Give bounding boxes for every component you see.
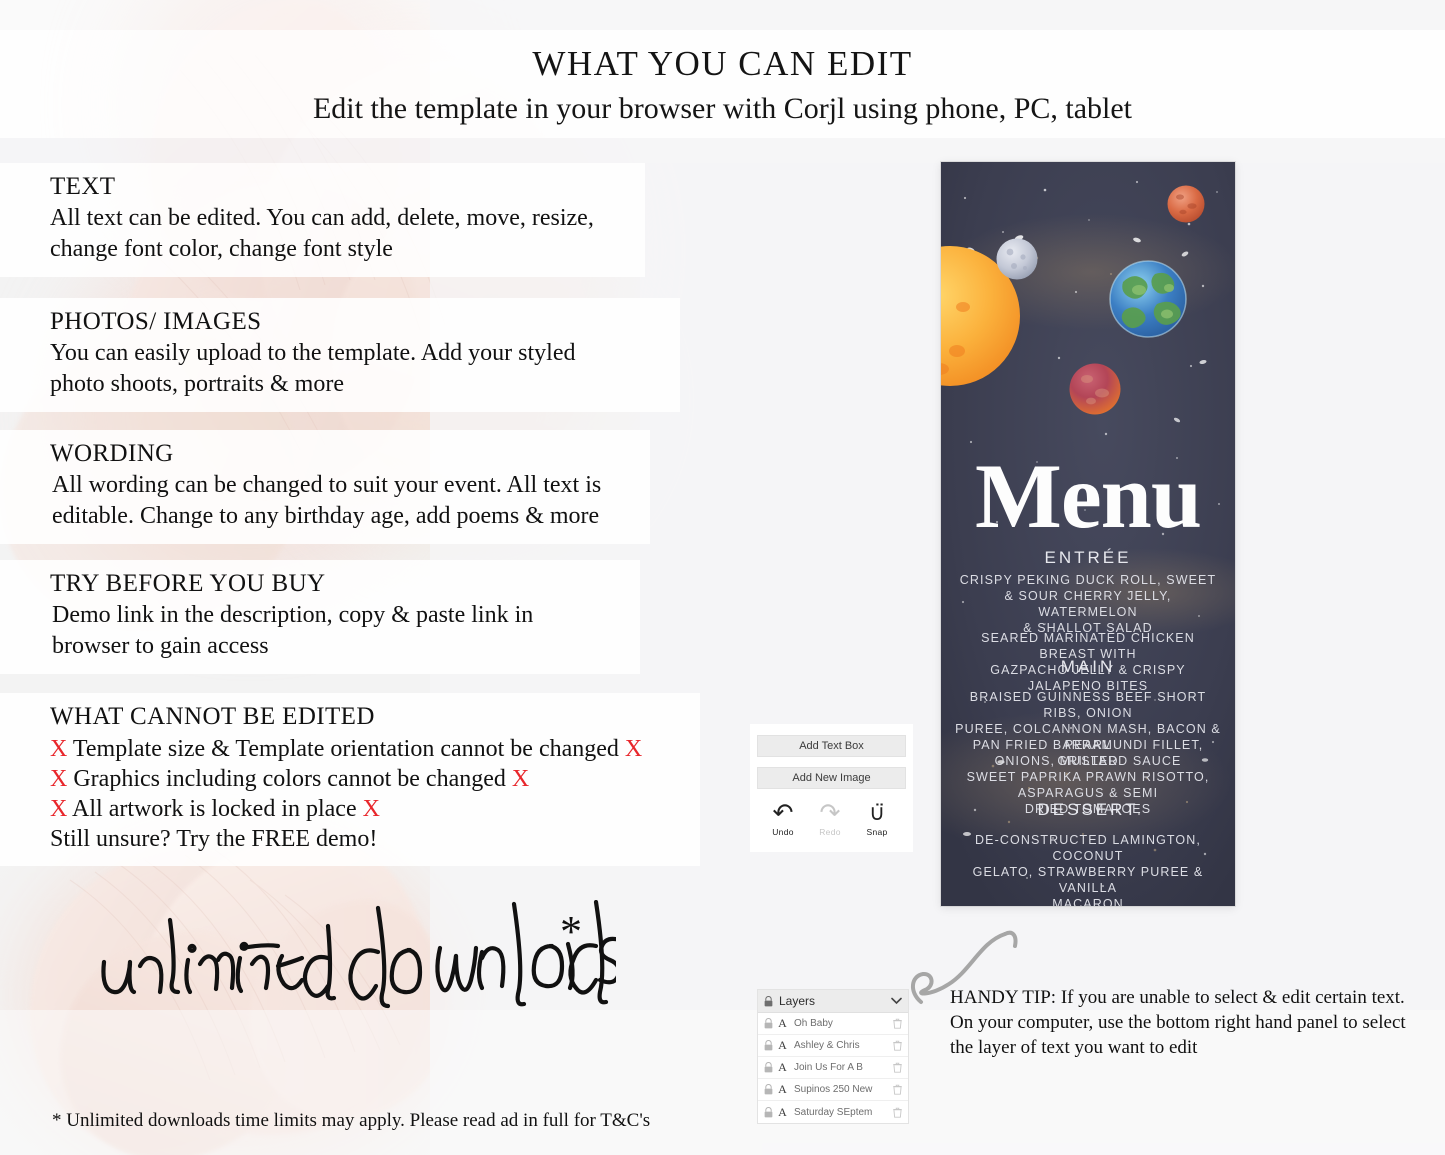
layer-name: Saturday SEptem [794, 1106, 873, 1118]
x-mark-icon: X [624, 736, 643, 762]
layer-row[interactable]: A Ashley & Chris [758, 1035, 908, 1057]
cannot-edit-text: Graphics including colors cannot be chan… [73, 766, 506, 792]
text-layer-icon: A [778, 1082, 787, 1096]
feature-line: Demo link in the description, copy & pas… [52, 602, 534, 628]
feature-line: change font color, change font style [50, 236, 393, 262]
undo-arrow-icon: ↶ [772, 799, 794, 827]
layers-panel-header[interactable]: Layers [758, 990, 908, 1013]
redo-label: Redo [819, 827, 841, 837]
cannot-edit-closing: Still unsure? Try the FREE demo! [50, 826, 378, 852]
trash-icon[interactable] [893, 1018, 902, 1029]
layer-name: Supinos 250 New [794, 1084, 873, 1095]
layer-name: Ashley & Chris [794, 1040, 860, 1051]
planet-mars-orange-icon [1167, 185, 1205, 223]
add-new-image-button[interactable]: Add New Image [757, 767, 906, 789]
header-banner: WHAT YOU CAN EDIT Edit the template in y… [0, 30, 1445, 138]
cannot-edit-text: Template size & Template orientation can… [72, 736, 619, 762]
lock-icon[interactable] [764, 1040, 773, 1051]
feature-line: browser to gain access [52, 633, 269, 659]
magnet-icon: ∪̈ [868, 800, 886, 825]
undo-label: Undo [772, 827, 794, 837]
menu-item: CRISPY PEKING DUCK ROLL, SWEET & SOUR CH… [959, 573, 1217, 635]
script-asterisk: * [560, 907, 582, 956]
x-mark-icon: X [50, 796, 68, 822]
feature-block-cannot-edit: WHAT CANNOT BE EDITED X Template size & … [0, 693, 700, 866]
layer-row[interactable]: A Join Us For A B [758, 1057, 908, 1079]
snap-label: Snap [866, 827, 888, 837]
x-mark-icon: X [50, 766, 68, 792]
lock-icon[interactable] [764, 1018, 773, 1029]
lock-icon[interactable] [764, 1106, 773, 1118]
cannot-edit-item: X All artwork is locked in place X [50, 794, 700, 824]
trash-icon[interactable] [893, 1040, 902, 1051]
feature-heading: PHOTOS/ IMAGES [50, 308, 262, 335]
feature-heading: WORDING [50, 440, 174, 467]
trash-icon[interactable] [893, 1084, 902, 1095]
chevron-down-icon[interactable] [891, 997, 902, 1005]
layer-row[interactable]: A Oh Baby [758, 1013, 908, 1035]
lock-icon[interactable] [764, 1062, 773, 1073]
redo-button[interactable]: ↷ Redo [809, 800, 851, 837]
lock-icon [764, 995, 773, 1006]
undo-button[interactable]: ↶ Undo [762, 800, 804, 837]
handy-tip-line: On your computer, use the bottom right h… [950, 1012, 1406, 1033]
handy-tip-text: HANDY TIP: If you are unable to select &… [950, 985, 1420, 1060]
feature-block-wording: WORDING All wording can be changed to su… [0, 430, 650, 544]
planet-earth-icon [1109, 260, 1187, 338]
menu-card-title: Menu [975, 445, 1202, 547]
page-subtitle: Edit the template in your browser with C… [312, 92, 1133, 125]
footnote-text: * Unlimited downloads time limits may ap… [52, 1110, 651, 1131]
menu-section-dessert: DESSERT [1037, 800, 1139, 819]
feature-line: All text can be edited. You can add, del… [50, 205, 594, 231]
feature-line: editable. Change to any birthday age, ad… [52, 503, 600, 529]
feature-line: All wording can be changed to suit your … [52, 472, 602, 498]
text-layer-icon: A [778, 1104, 787, 1119]
layer-row[interactable]: A Saturday SEptem [758, 1101, 908, 1123]
feature-line: You can easily upload to the template. A… [50, 340, 576, 366]
feature-line: photo shoots, portraits & more [50, 371, 344, 397]
add-text-box-button[interactable]: Add Text Box [757, 735, 906, 757]
planet-mars-red-icon [1069, 363, 1121, 415]
text-layer-icon: A [778, 1016, 787, 1030]
cannot-edit-text: All artwork is locked in place [72, 796, 357, 822]
unlimited-downloads-script [96, 900, 616, 1020]
text-layer-icon: A [778, 1038, 787, 1052]
x-mark-icon: X [511, 766, 530, 792]
layer-row[interactable]: A Supinos 250 New [758, 1079, 908, 1101]
x-mark-icon: X [362, 796, 380, 822]
cannot-edit-heading: WHAT CANNOT BE EDITED [50, 703, 375, 730]
snap-button[interactable]: ∪̈ Snap [856, 800, 898, 837]
editor-toolbar-panel: Add Text Box Add New Image ↶ Undo ↷ Redo… [750, 724, 913, 852]
layer-name: Join Us For A B [794, 1062, 863, 1073]
layers-panel: Layers A Oh Baby A Ashley & Chris A Join… [757, 989, 909, 1124]
handy-tip-line: the layer of text you want to edit [950, 1037, 1198, 1058]
feature-heading: TRY BEFORE YOU BUY [50, 570, 326, 597]
cannot-edit-item: X Graphics including colors cannot be ch… [50, 764, 700, 794]
feature-block-try-before-you-buy: TRY BEFORE YOU BUY Demo link in the desc… [0, 560, 640, 674]
planet-moon-icon [996, 238, 1038, 280]
menu-template-preview[interactable]: Menu ENTRÉE CRISPY PEKING DUCK ROLL, SWE… [941, 162, 1235, 906]
text-layer-icon: A [778, 1060, 787, 1074]
cannot-edit-item: X Template size & Template orientation c… [50, 734, 700, 764]
layer-name: Oh Baby [794, 1018, 833, 1029]
menu-section-main: MAIN [1060, 657, 1116, 676]
lock-icon[interactable] [764, 1084, 773, 1095]
feature-block-photos: PHOTOS/ IMAGES You can easily upload to … [0, 298, 680, 412]
page-title: WHAT YOU CAN EDIT [532, 44, 913, 83]
menu-item: DE-CONSTRUCTED LAMINGTON, COCONUT GELATO… [972, 833, 1204, 906]
layers-title: Layers [779, 994, 816, 1008]
x-mark-icon: X [50, 736, 68, 762]
feature-heading: TEXT [50, 173, 116, 200]
menu-section-entree: ENTRÉE [1044, 548, 1132, 567]
trash-icon[interactable] [893, 1107, 902, 1118]
redo-arrow-icon: ↷ [819, 799, 841, 827]
handy-tip-line: HANDY TIP: If you are unable to select &… [950, 987, 1405, 1008]
trash-icon[interactable] [893, 1062, 902, 1073]
feature-block-text: TEXT All text can be edited. You can add… [0, 163, 645, 277]
